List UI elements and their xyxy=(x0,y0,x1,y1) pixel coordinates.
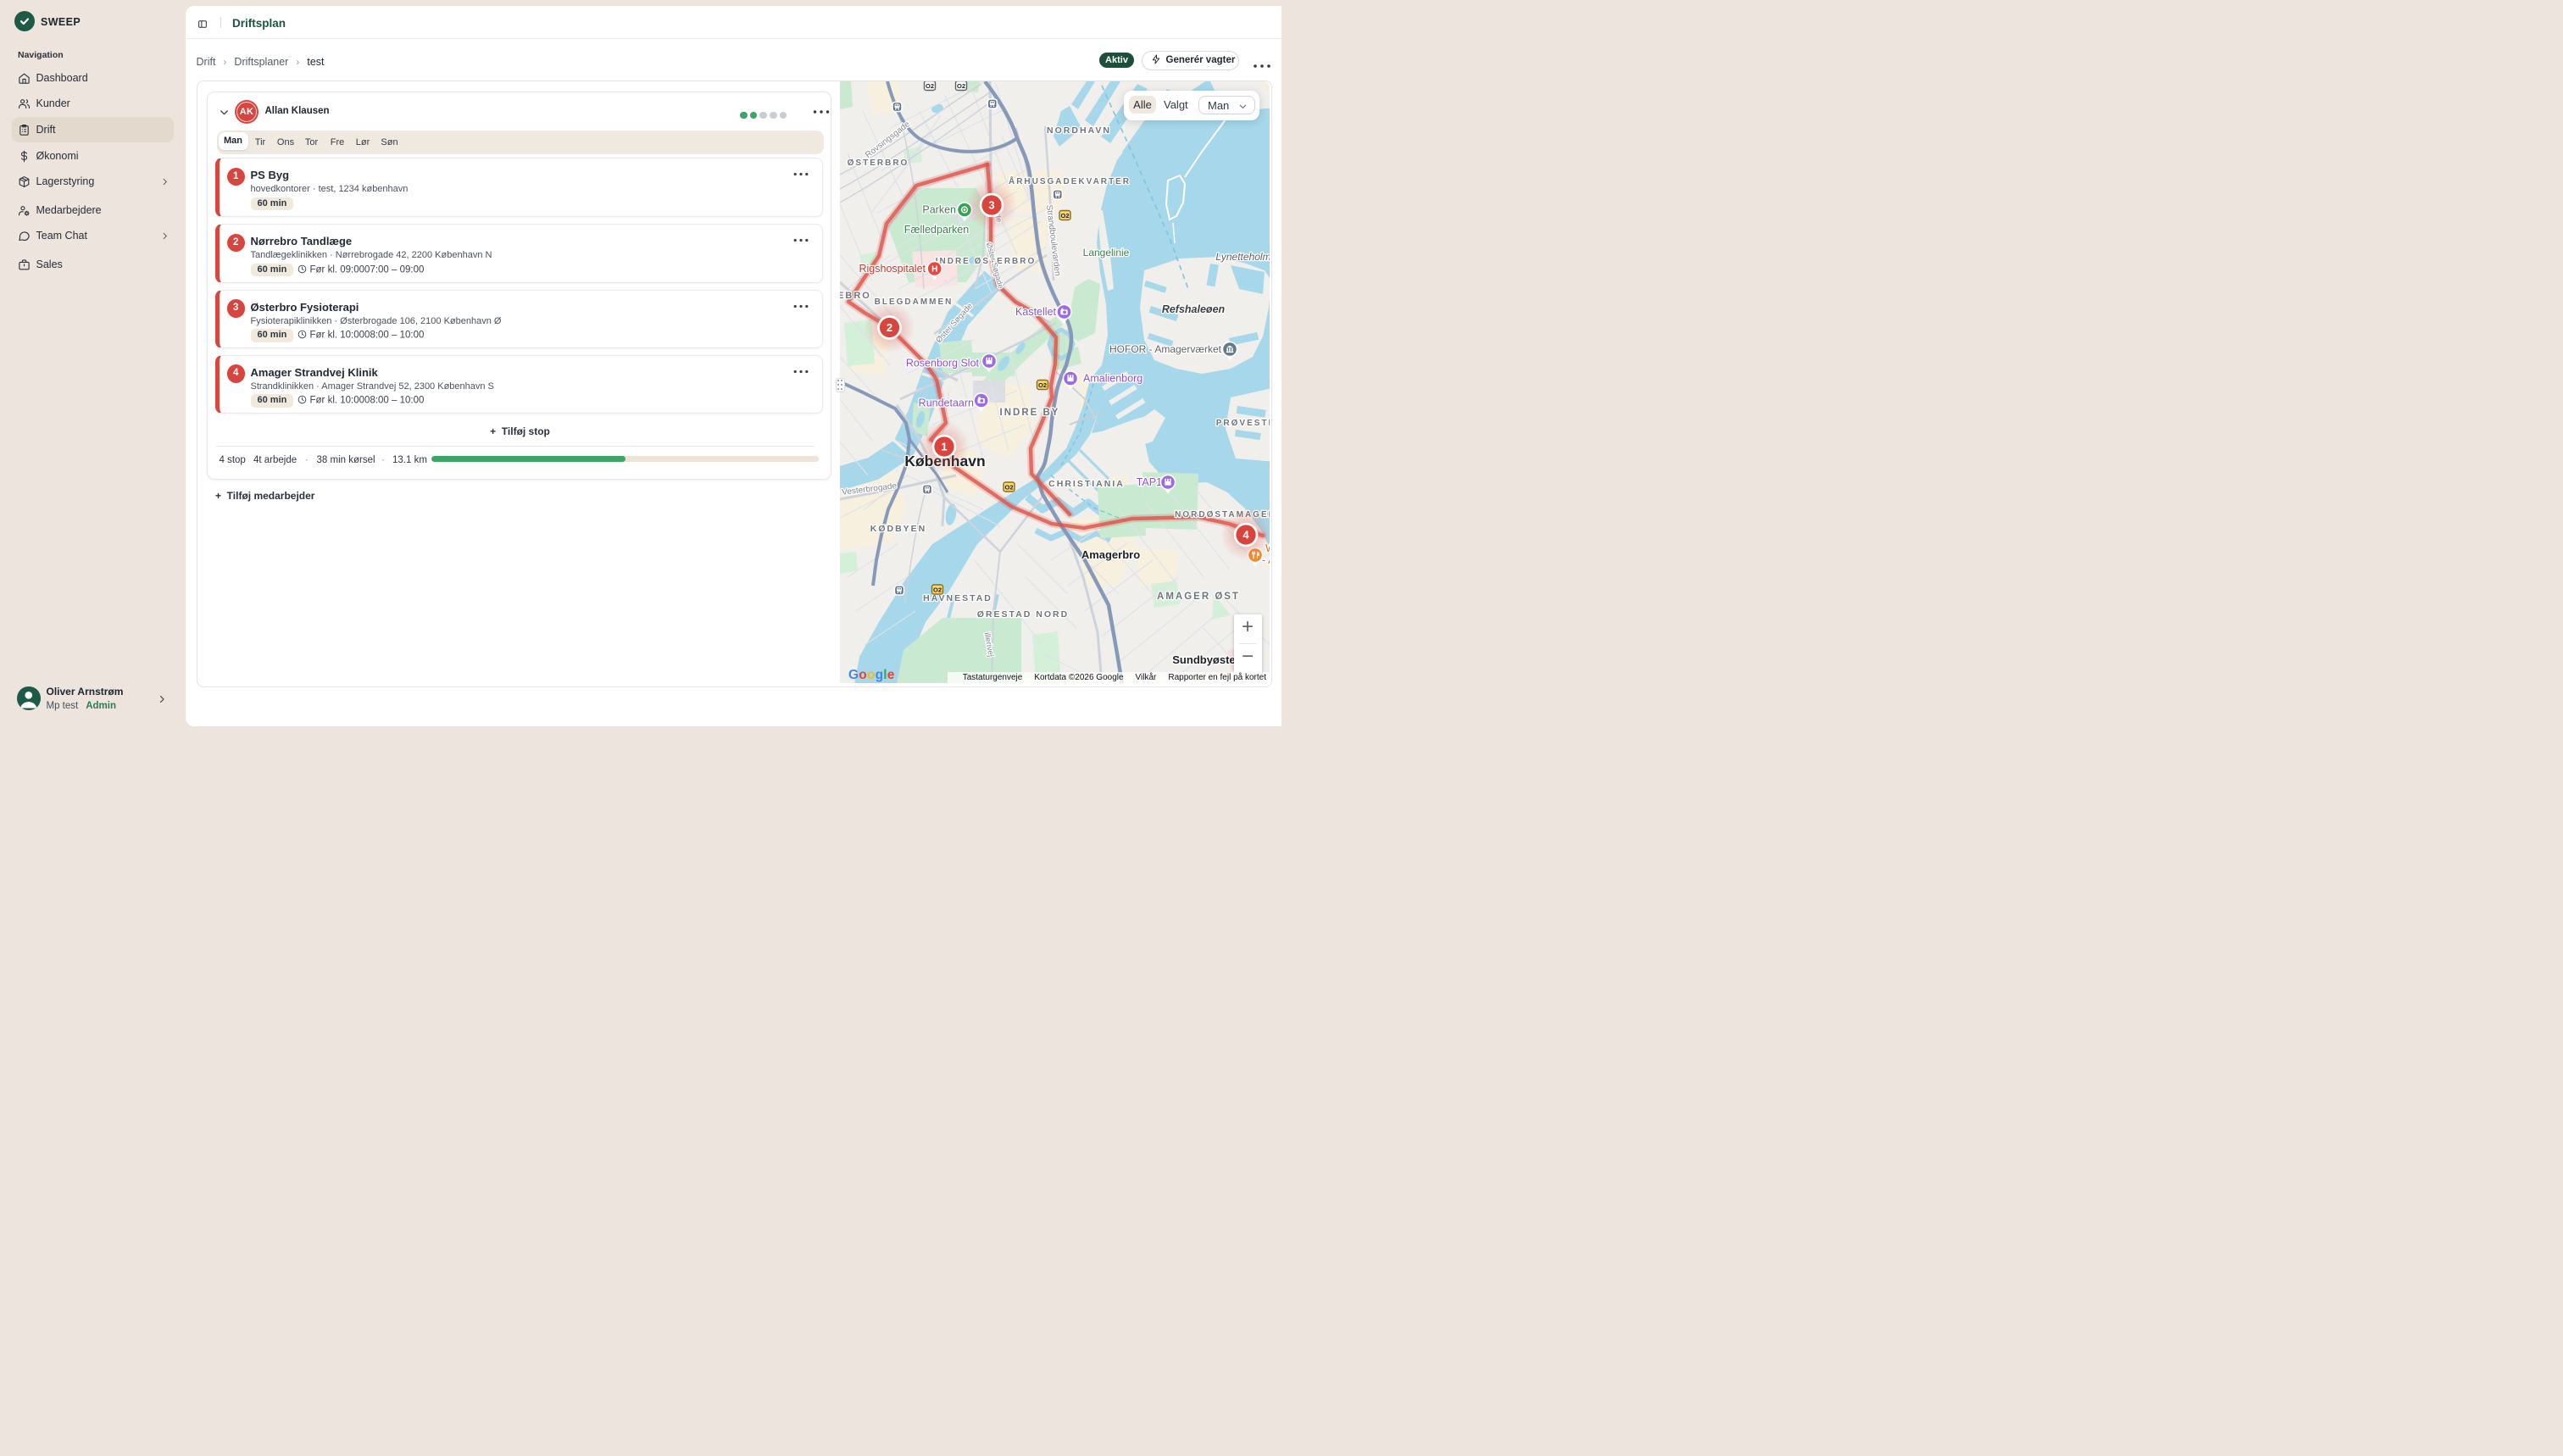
svg-text:4: 4 xyxy=(1243,529,1249,542)
svg-text:HOFOR - Amagerværket: HOFOR - Amagerværket xyxy=(1109,343,1222,355)
svg-text:NORDHAVN: NORDHAVN xyxy=(1047,125,1111,136)
svg-text:O2: O2 xyxy=(1060,212,1069,220)
svg-text:2: 2 xyxy=(887,321,892,334)
svg-text:REBRO: REBRO xyxy=(840,291,871,301)
svg-text:KØDBYEN: KØDBYEN xyxy=(870,524,927,534)
svg-text:3: 3 xyxy=(988,199,994,212)
svg-text:Amalienborg: Amalienborg xyxy=(1083,373,1143,385)
svg-text:INDRE BY: INDRE BY xyxy=(1000,408,1060,418)
svg-text:PRØVESTE: PRØVESTE xyxy=(1216,419,1270,428)
svg-text:O2: O2 xyxy=(1004,484,1013,492)
svg-text:Sundbyøster: Sundbyøster xyxy=(1172,653,1239,666)
svg-text:Rosenborg Slot: Rosenborg Slot xyxy=(906,358,980,370)
svg-text:ØSTERBRO: ØSTERBRO xyxy=(848,158,909,168)
svg-text:Rundetaarn: Rundetaarn xyxy=(919,397,974,409)
svg-text:O2: O2 xyxy=(926,82,934,90)
svg-text:AMAGER ØST: AMAGER ØST xyxy=(1157,592,1240,602)
svg-text:HAVNESTAD: HAVNESTAD xyxy=(923,593,992,603)
svg-text:- Am: - Am xyxy=(1262,554,1270,566)
svg-text:Fælledparken: Fælledparken xyxy=(904,224,969,236)
svg-text:TAP1: TAP1 xyxy=(1137,476,1162,488)
svg-text:Lynetteholm: Lynetteholm xyxy=(1215,251,1270,263)
svg-text:ØRESTAD NORD: ØRESTAD NORD xyxy=(977,609,1069,620)
svg-text:Langelinie: Langelinie xyxy=(1083,247,1130,258)
svg-text:O2: O2 xyxy=(1038,381,1047,389)
svg-text:H: H xyxy=(931,265,937,275)
svg-text:Parken: Parken xyxy=(922,204,956,216)
svg-text:CHRISTIANIA: CHRISTIANIA xyxy=(1048,479,1125,489)
svg-text:INDRE ØSTERBRO: INDRE ØSTERBRO xyxy=(936,257,1037,266)
svg-text:1: 1 xyxy=(941,441,947,453)
svg-text:O2: O2 xyxy=(957,82,965,90)
svg-text:Refshaleøen: Refshaleøen xyxy=(1162,303,1226,315)
svg-text:Kastellet: Kastellet xyxy=(1015,306,1056,318)
svg-text:ÅRHUSGADEKVARTER: ÅRHUSGADEKVARTER xyxy=(1009,175,1131,186)
svg-text:Amagerbro: Amagerbro xyxy=(1081,548,1140,561)
svg-text:Rigshospitalet: Rigshospitalet xyxy=(859,263,926,275)
svg-text:O2: O2 xyxy=(933,586,942,594)
